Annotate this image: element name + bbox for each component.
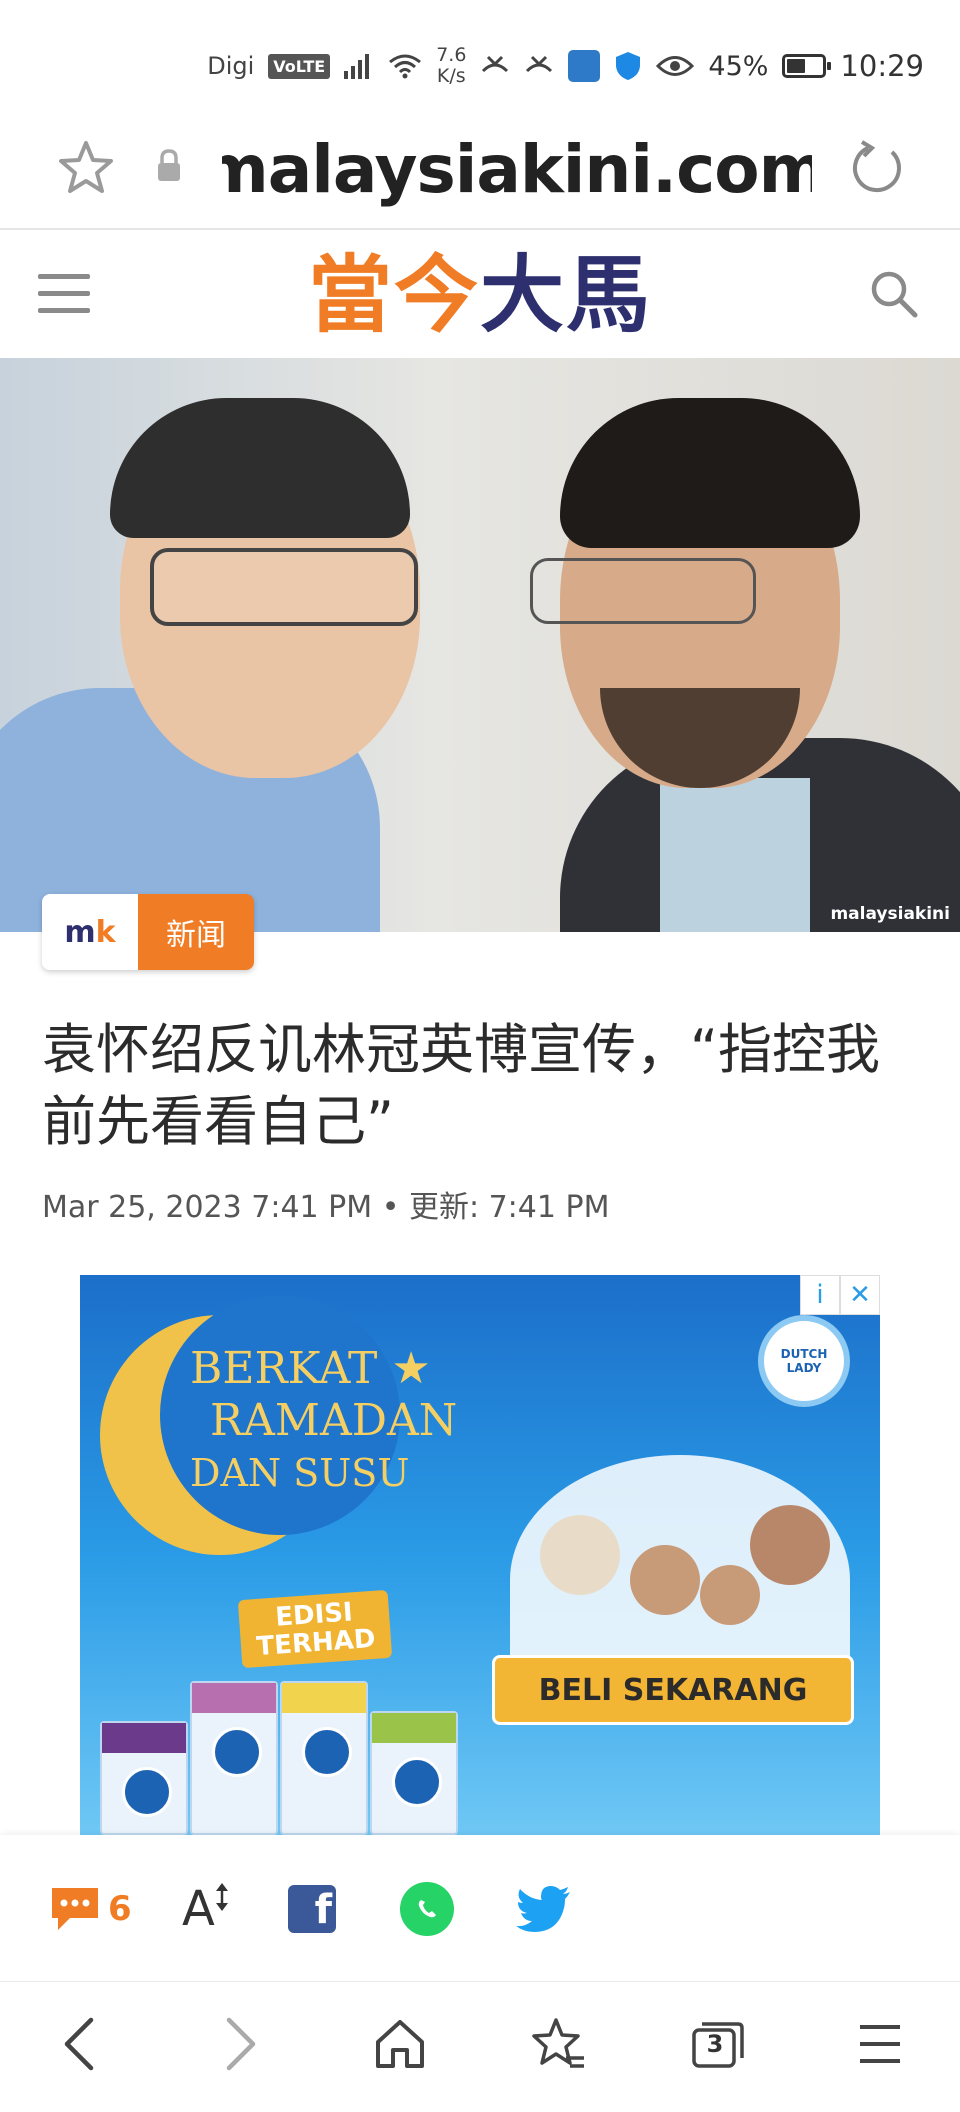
facebook-icon: f [288, 1885, 336, 1933]
font-size-icon: A [182, 1881, 215, 1937]
back-arrow-icon [64, 2017, 94, 2071]
hero-photo[interactable]: malaysiakini [0, 358, 960, 932]
battery-percent: 45% [708, 50, 769, 82]
whatsapp-share-button[interactable] [400, 1879, 454, 1939]
comment-count: 6 [108, 1889, 132, 1929]
lock-icon [158, 149, 180, 181]
twitter-share-button[interactable] [516, 1879, 572, 1939]
status-bar: Digi VoLTE 7.6 K/s 45% 10:29 [0, 0, 960, 120]
site-header: 當今大馬 [0, 230, 960, 358]
status-icons: Digi VoLTE 7.6 K/s 45% 10:29 [207, 40, 924, 92]
missed-call-icon [482, 55, 509, 73]
battery-icon [782, 54, 832, 78]
photo-person-right-shirt [660, 778, 810, 932]
forward-arrow-icon [226, 2017, 256, 2071]
comments-button[interactable]: 6 [48, 1879, 132, 1939]
eye-icon [656, 56, 695, 76]
family-member-2 [630, 1545, 700, 1615]
photo-watermark: malaysiakini [830, 904, 950, 924]
publish-date: Mar 25, 2023 7:41 PM [42, 1190, 373, 1225]
logo-part-2: 大馬 [480, 246, 653, 344]
family-member-1 [540, 1515, 620, 1595]
font-size-arrows-icon [215, 1883, 228, 1911]
back-button[interactable] [46, 2012, 110, 2076]
whatsapp-icon [400, 1882, 454, 1936]
meta-separator: • [381, 1190, 400, 1225]
family-member-4 [750, 1505, 830, 1585]
menu-lines-icon [860, 2025, 900, 2063]
article-action-bar: 6 A f [0, 1835, 960, 1983]
ad-controls: i ✕ [800, 1275, 880, 1315]
ad-title-line-3: DAN SUSU [190, 1451, 410, 1495]
browser-url-bar: malaysiakini.com [0, 120, 960, 230]
ad-title: BERKAT ★ RAMADAN DAN SUSU [190, 1343, 457, 1499]
tabs-button[interactable]: 3 [686, 2012, 750, 2076]
url-text: malaysiakini.com [222, 131, 812, 208]
shield-icon [616, 52, 641, 80]
mk-logo: mk [42, 894, 138, 970]
twitter-icon [516, 1886, 570, 1932]
mk-logo-k: k [95, 914, 116, 950]
ad-edition-badge: EDISI TERHAD [237, 1589, 393, 1669]
net-speed-unit: K/s [436, 65, 466, 87]
product-box-4 [370, 1711, 458, 1835]
category-badge[interactable]: mk 新闻 [42, 894, 254, 970]
home-icon [376, 2020, 424, 2068]
site-logo[interactable]: 當今大馬 [0, 248, 960, 342]
ad-products [100, 1675, 480, 1835]
forward-button[interactable] [210, 2012, 274, 2076]
home-button[interactable] [368, 2012, 432, 2076]
ad-close-icon[interactable]: ✕ [840, 1275, 880, 1315]
photo-person-right-hair [560, 398, 860, 548]
mk-logo-m: m [64, 914, 96, 950]
ad-info-icon[interactable]: i [800, 1275, 840, 1315]
ad-title-line-1: BERKAT ★ [190, 1343, 431, 1394]
wifi-icon [389, 54, 422, 79]
tab-count: 3 [706, 2030, 724, 2058]
bookmarks-button[interactable] [526, 2012, 590, 2076]
product-box-1 [100, 1721, 188, 1835]
photo-person-left-glasses [150, 548, 418, 626]
url-field[interactable]: malaysiakini.com [222, 130, 812, 210]
bookmarks-star-icon [532, 2018, 584, 2068]
ad-cta-button[interactable]: BELI SEKARANG [492, 1655, 854, 1725]
product-box-2 [190, 1681, 278, 1835]
photo-person-right-glasses [530, 558, 756, 624]
missed-call-icon-2 [526, 55, 553, 73]
net-speed-value: 7.6 [436, 44, 467, 66]
font-size-button[interactable]: A [182, 1879, 229, 1939]
volte-badge: VoLTE [268, 53, 331, 79]
logo-part-1: 當今 [307, 246, 480, 344]
product-box-3 [280, 1681, 368, 1835]
ad-title-line-2: RAMADAN [210, 1395, 458, 1446]
battery-fill [787, 59, 805, 73]
dutch-lady-logo: DUTCH LADY [758, 1315, 850, 1407]
app-notification-icon [568, 50, 601, 82]
signal-icon [344, 54, 370, 79]
bookmark-star-icon[interactable] [56, 138, 116, 198]
ad-banner[interactable]: BERKAT ★ RAMADAN DAN SUSU DUTCH LADY EDI… [80, 1275, 880, 1835]
article-meta: Mar 25, 2023 7:41 PM • 更新: 7:41 PM [42, 1182, 609, 1226]
search-icon[interactable] [868, 268, 920, 320]
updated-time: 更新: 7:41 PM [408, 1190, 610, 1225]
family-member-3 [700, 1565, 760, 1625]
browser-nav-bar: 3 [0, 1982, 960, 2112]
carrier-label: Digi [207, 52, 255, 80]
facebook-share-button[interactable]: f [288, 1879, 336, 1939]
clock: 10:29 [840, 49, 924, 83]
net-speed: 7.6 K/s [436, 45, 466, 87]
reload-icon[interactable] [846, 138, 908, 200]
comment-icon [52, 1888, 98, 1930]
browser-menu-button[interactable] [848, 2012, 912, 2076]
category-label: 新闻 [138, 894, 254, 970]
photo-person-left-hair [110, 398, 410, 538]
article-headline: 袁怀绍反讥林冠英博宣传，“指控我前先看看自己” [42, 1018, 880, 1153]
